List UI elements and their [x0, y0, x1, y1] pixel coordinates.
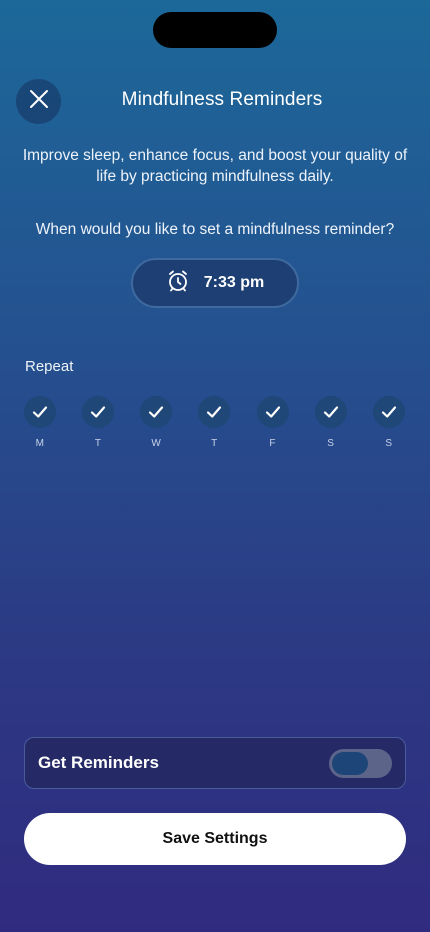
day-label: M: [35, 438, 45, 449]
get-reminders-toggle[interactable]: [329, 748, 392, 778]
check-icon: [256, 396, 289, 428]
check-icon: [82, 396, 115, 428]
day-label: S: [327, 438, 335, 449]
save-settings-button[interactable]: Save Settings: [24, 813, 406, 865]
get-reminders-label: Get Reminders: [38, 753, 159, 772]
alarm-clock-icon: [166, 269, 190, 298]
subtitle-text: Improve sleep, enhance focus, and boost …: [22, 147, 408, 185]
day-toggle-saturday[interactable]: S: [314, 396, 347, 449]
time-picker-button[interactable]: 7:33 pm: [131, 258, 299, 308]
day-label: F: [269, 438, 276, 449]
reminder-question: When would you like to set a mindfulness…: [35, 221, 395, 238]
check-icon: [24, 396, 56, 428]
day-toggle-friday[interactable]: F: [256, 396, 289, 449]
day-toggle-tuesday[interactable]: T: [82, 396, 115, 449]
day-toggle-thursday[interactable]: T: [198, 396, 231, 449]
day-label: T: [94, 438, 102, 449]
day-toggle-wednesday[interactable]: W: [140, 396, 173, 449]
get-reminders-row: Get Reminders: [24, 737, 406, 789]
day-label: S: [385, 438, 393, 449]
check-icon: [198, 396, 231, 428]
toggle-knob: [332, 751, 368, 775]
page-title: Mindfulness Reminders: [121, 89, 323, 110]
repeat-label: Repeat: [25, 358, 74, 375]
day-toggle-monday[interactable]: M: [24, 396, 56, 449]
check-icon: [140, 396, 173, 428]
day-label: T: [211, 438, 218, 449]
day-label: W: [151, 438, 162, 449]
check-icon: [372, 396, 405, 428]
time-value: 7:33 pm: [203, 274, 265, 291]
day-toggle-sunday[interactable]: S: [372, 396, 405, 449]
dynamic-island: [153, 12, 277, 48]
check-icon: [314, 396, 347, 428]
day-selector: M T W T F S S: [24, 396, 405, 449]
